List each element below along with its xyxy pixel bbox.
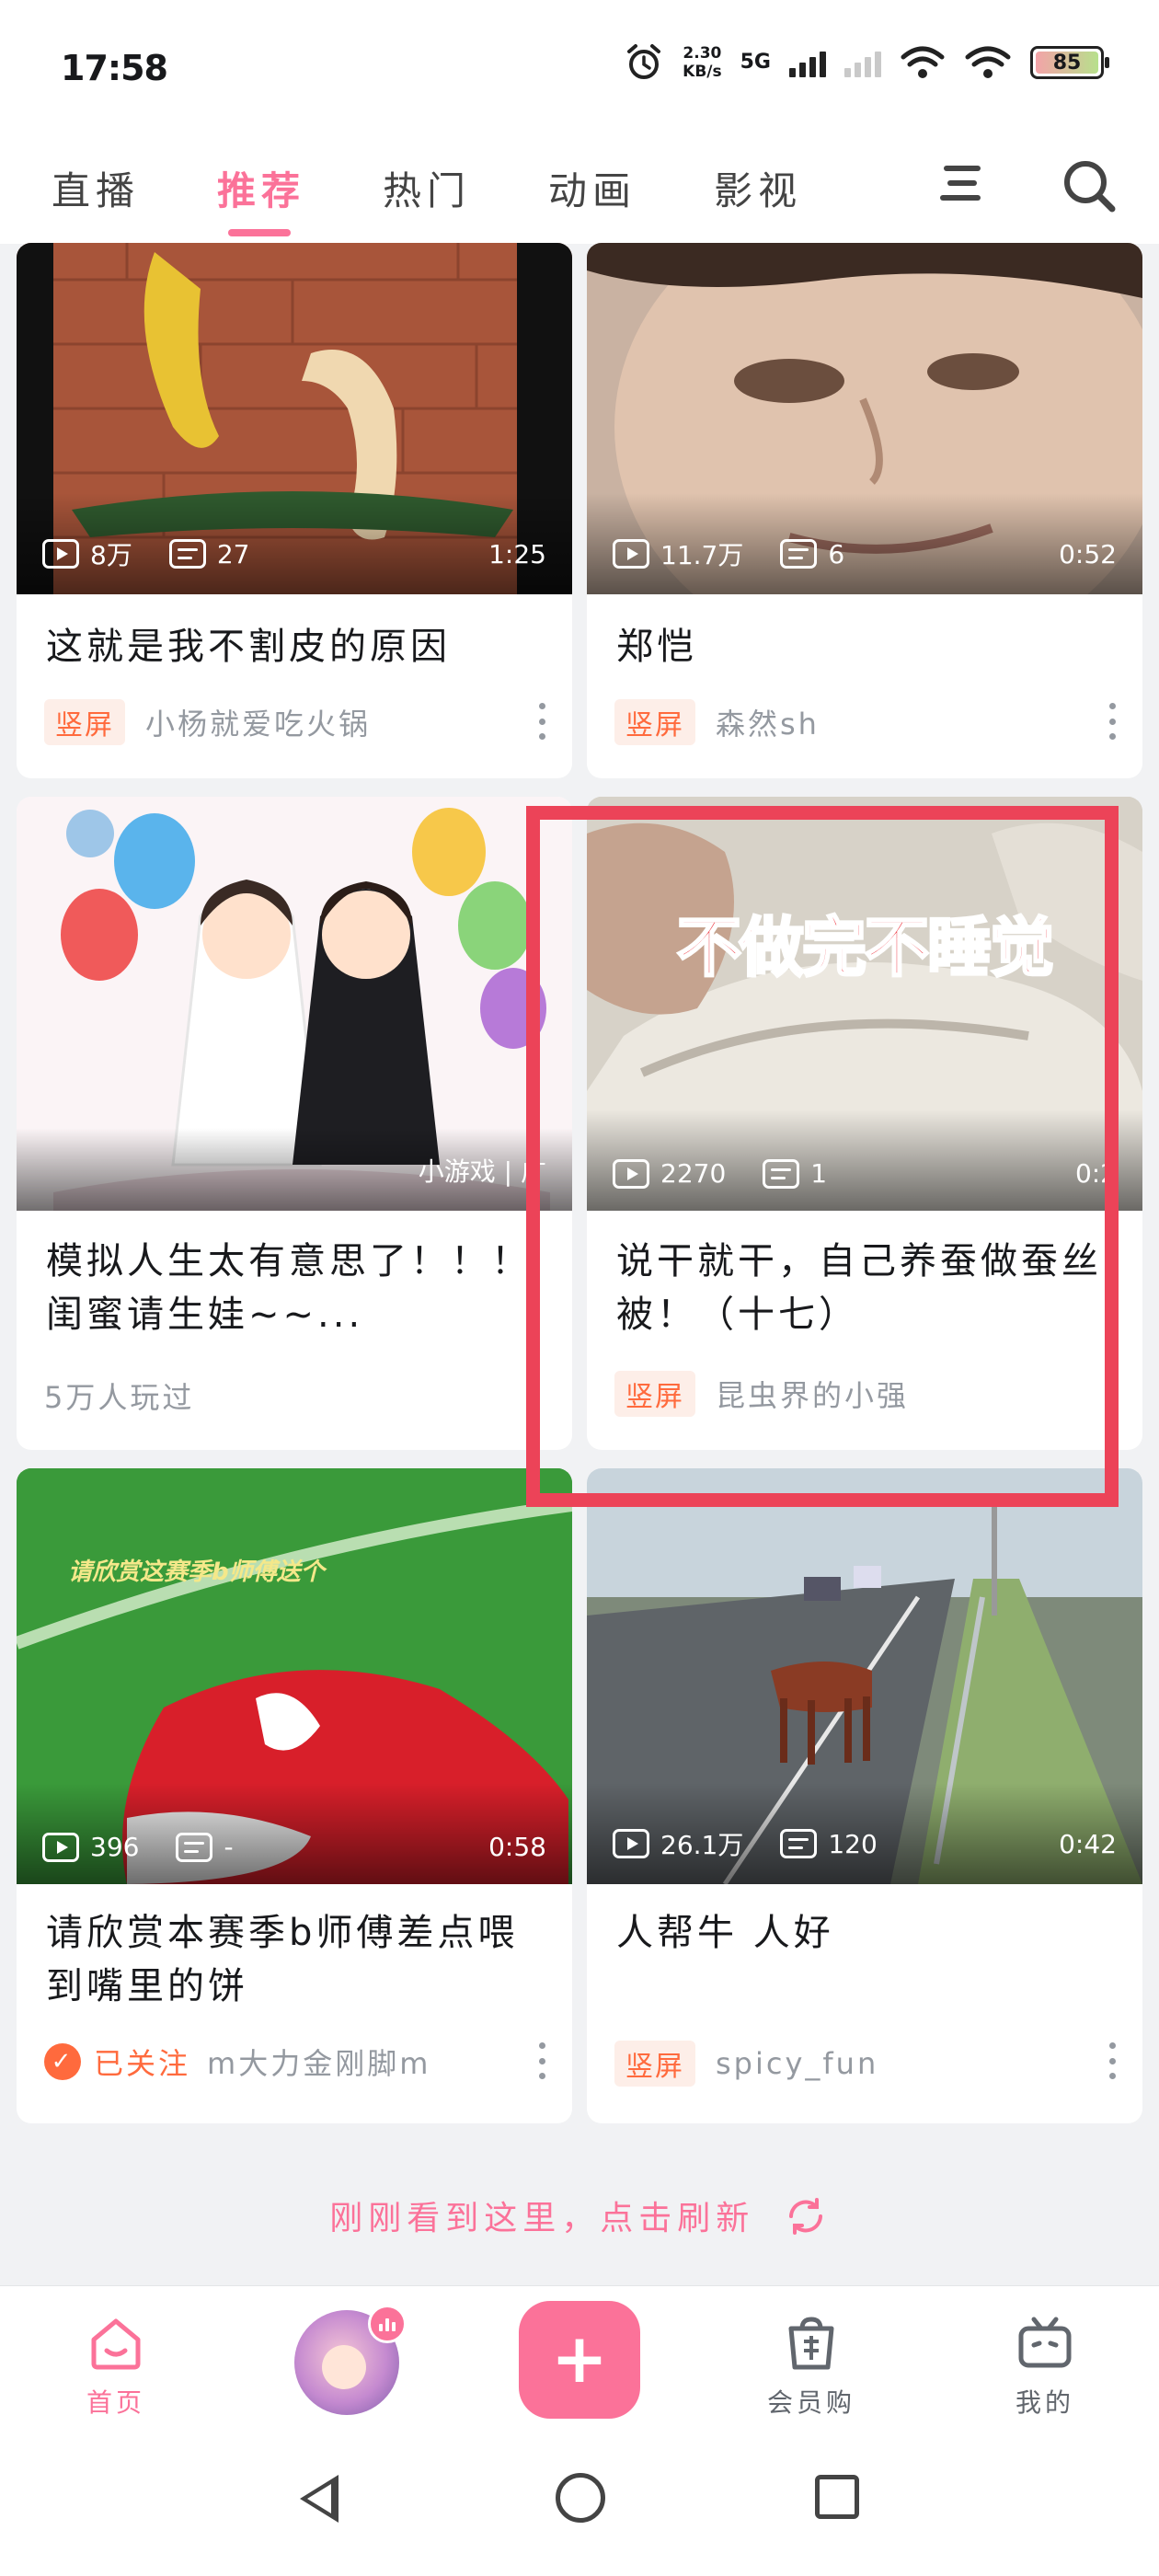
video-title[interactable]: 这就是我不割皮的原因 <box>46 620 545 673</box>
recent-apps-icon[interactable] <box>815 2475 859 2519</box>
danmaku-count: 27 <box>216 538 250 569</box>
wifi-icon <box>965 46 1011 78</box>
video-title[interactable]: 人帮牛 人好 <box>616 1906 1115 1960</box>
more-options-icon[interactable] <box>1109 703 1117 740</box>
battery-level: 85 <box>1036 52 1098 75</box>
play-count-icon <box>42 1832 79 1862</box>
alarm-icon <box>627 44 661 79</box>
danmaku-icon <box>780 1829 818 1858</box>
more-options-icon[interactable] <box>1109 2042 1117 2079</box>
tab-movies[interactable]: 影视 <box>714 160 802 216</box>
video-card[interactable]: 26.1万 120 0:42 人帮牛 人好 竖屏 spicy_fun <box>587 1468 1142 2123</box>
back-icon[interactable] <box>300 2475 339 2523</box>
video-duration: 1:25 <box>488 538 546 569</box>
video-thumbnail[interactable]: 请欣赏这赛季b师傅送个 396 - 0:58 <box>17 1468 572 1884</box>
video-meta: ✓ 已关注 m大力金刚脚m <box>44 2041 545 2083</box>
bottom-nav: 首页 + 会员购 我的 <box>0 2285 1159 2429</box>
signal-2-icon <box>844 48 881 77</box>
wifi-plus-icon <box>901 46 945 78</box>
refresh-icon <box>788 2198 822 2235</box>
home-circle-icon[interactable] <box>556 2473 605 2523</box>
ad-thumbnail[interactable]: 小游戏 | 广 <box>17 797 572 1211</box>
battery-icon: 85 <box>1030 46 1109 79</box>
view-count: 8万 <box>90 540 132 570</box>
danmaku-icon <box>780 539 818 569</box>
vertical-badge: 竖屏 <box>614 2041 695 2087</box>
video-title[interactable]: 请欣赏本赛季b师傅差点喂到嘴里的饼 <box>46 1906 545 2013</box>
tab-live[interactable]: 直播 <box>52 160 140 216</box>
play-count-icon <box>613 1829 649 1858</box>
video-stats: 11.7万 6 0:52 <box>613 535 1117 572</box>
video-card[interactable]: 11.7万 6 0:52 郑恺 竖屏 森然sh <box>587 243 1142 778</box>
video-thumbnail[interactable]: 26.1万 120 0:42 <box>587 1468 1142 1884</box>
video-stats: 8万 27 1:25 <box>42 535 546 572</box>
author-name[interactable]: m大力金刚脚m <box>207 2041 430 2083</box>
followed-badge[interactable]: ✓ 已关注 <box>44 2041 190 2083</box>
network-speed: 2.30 KB/s <box>683 44 722 81</box>
nav-home[interactable]: 首页 <box>52 2314 180 2420</box>
video-duration: 0:42 <box>1059 1828 1117 1859</box>
video-caption: 请欣赏这赛季b师傅送个 <box>68 1558 325 1586</box>
channel-tabs: 直播 推荐 热门 动画 影视 <box>52 160 802 236</box>
network-type: 5G <box>740 51 771 74</box>
video-thumbnail[interactable]: 11.7万 6 0:52 <box>587 243 1142 594</box>
refresh-prompt[interactable]: 刚刚看到这里，点击刷新 <box>0 2191 1159 2239</box>
video-stats: 26.1万 120 0:42 <box>613 1825 1117 1862</box>
tab-recommend[interactable]: 推荐 <box>217 160 305 236</box>
menu-icon[interactable] <box>940 166 984 206</box>
danmaku-count: - <box>224 1832 234 1862</box>
author-name[interactable]: 小杨就爱吃火锅 <box>145 701 371 743</box>
more-options-icon[interactable] <box>539 2042 546 2079</box>
video-meta: 竖屏 spicy_fun <box>614 2041 1115 2087</box>
highlight-box <box>526 806 1119 1507</box>
play-count-icon <box>42 539 79 569</box>
nav-shop[interactable]: 会员购 <box>747 2314 876 2420</box>
system-nav-bar <box>0 2429 1159 2576</box>
signal-icon <box>789 48 826 77</box>
video-card[interactable]: 8万 27 1:25 这就是我不割皮的原因 竖屏 小杨就爱吃火锅 <box>17 243 572 778</box>
shopping-bag-icon <box>788 2317 834 2370</box>
upload-button[interactable]: + <box>519 2301 640 2419</box>
video-duration: 0:58 <box>488 1832 546 1862</box>
tab-hot[interactable]: 热门 <box>383 160 471 216</box>
danmaku-count: 6 <box>828 538 845 569</box>
video-thumbnail[interactable]: 8万 27 1:25 <box>17 243 572 594</box>
view-count: 396 <box>90 1832 140 1862</box>
author-name[interactable]: spicy_fun <box>716 2046 878 2081</box>
video-title[interactable]: 郑恺 <box>616 620 1115 673</box>
ad-meta: 5万人玩过 <box>44 1374 545 1417</box>
video-duration: 0:52 <box>1059 538 1117 569</box>
players-count: 5万人玩过 <box>44 1380 195 1415</box>
check-icon: ✓ <box>44 2043 81 2080</box>
status-bar: 17:58 2.30 KB/s 5G 85 <box>0 0 1159 138</box>
tab-anime[interactable]: 动画 <box>548 160 637 216</box>
ad-overlay: 小游戏 | 广 <box>42 1152 546 1189</box>
video-meta: 竖屏 小杨就爱吃火锅 <box>44 699 545 745</box>
video-stats: 396 - 0:58 <box>42 1832 546 1862</box>
view-count: 26.1万 <box>660 1830 744 1860</box>
video-card[interactable]: 请欣赏这赛季b师傅送个 396 - 0:58 请欣赏本赛季b师傅差点喂到嘴里的饼… <box>17 1468 572 2123</box>
search-icon[interactable] <box>1060 156 1119 215</box>
author-name[interactable]: 森然sh <box>716 701 820 743</box>
tv-icon <box>1018 2317 1072 2368</box>
nav-mine[interactable]: 我的 <box>981 2314 1109 2420</box>
status-icons: 2.30 KB/s 5G 85 <box>624 42 1109 83</box>
status-time: 17:58 <box>61 48 168 88</box>
ad-title[interactable]: 模拟人生太有意思了！！！闺蜜请生娃~~... <box>46 1235 545 1341</box>
more-options-icon[interactable] <box>539 703 546 740</box>
vertical-badge: 竖屏 <box>44 699 125 745</box>
danmaku-icon <box>176 1832 213 1862</box>
live-indicator-icon <box>368 2305 407 2343</box>
ad-card[interactable]: 小游戏 | 广 模拟人生太有意思了！！！闺蜜请生娃~~... 5万人玩过 <box>17 797 572 1450</box>
view-count: 11.7万 <box>660 540 744 570</box>
video-meta: 竖屏 森然sh <box>614 699 1115 745</box>
top-tab-bar: 直播 推荐 热门 动画 影视 <box>0 138 1159 244</box>
play-count-icon <box>613 539 649 569</box>
danmaku-count: 120 <box>828 1828 878 1859</box>
vertical-badge: 竖屏 <box>614 699 695 745</box>
home-icon <box>91 2318 141 2370</box>
danmaku-icon <box>168 539 206 569</box>
